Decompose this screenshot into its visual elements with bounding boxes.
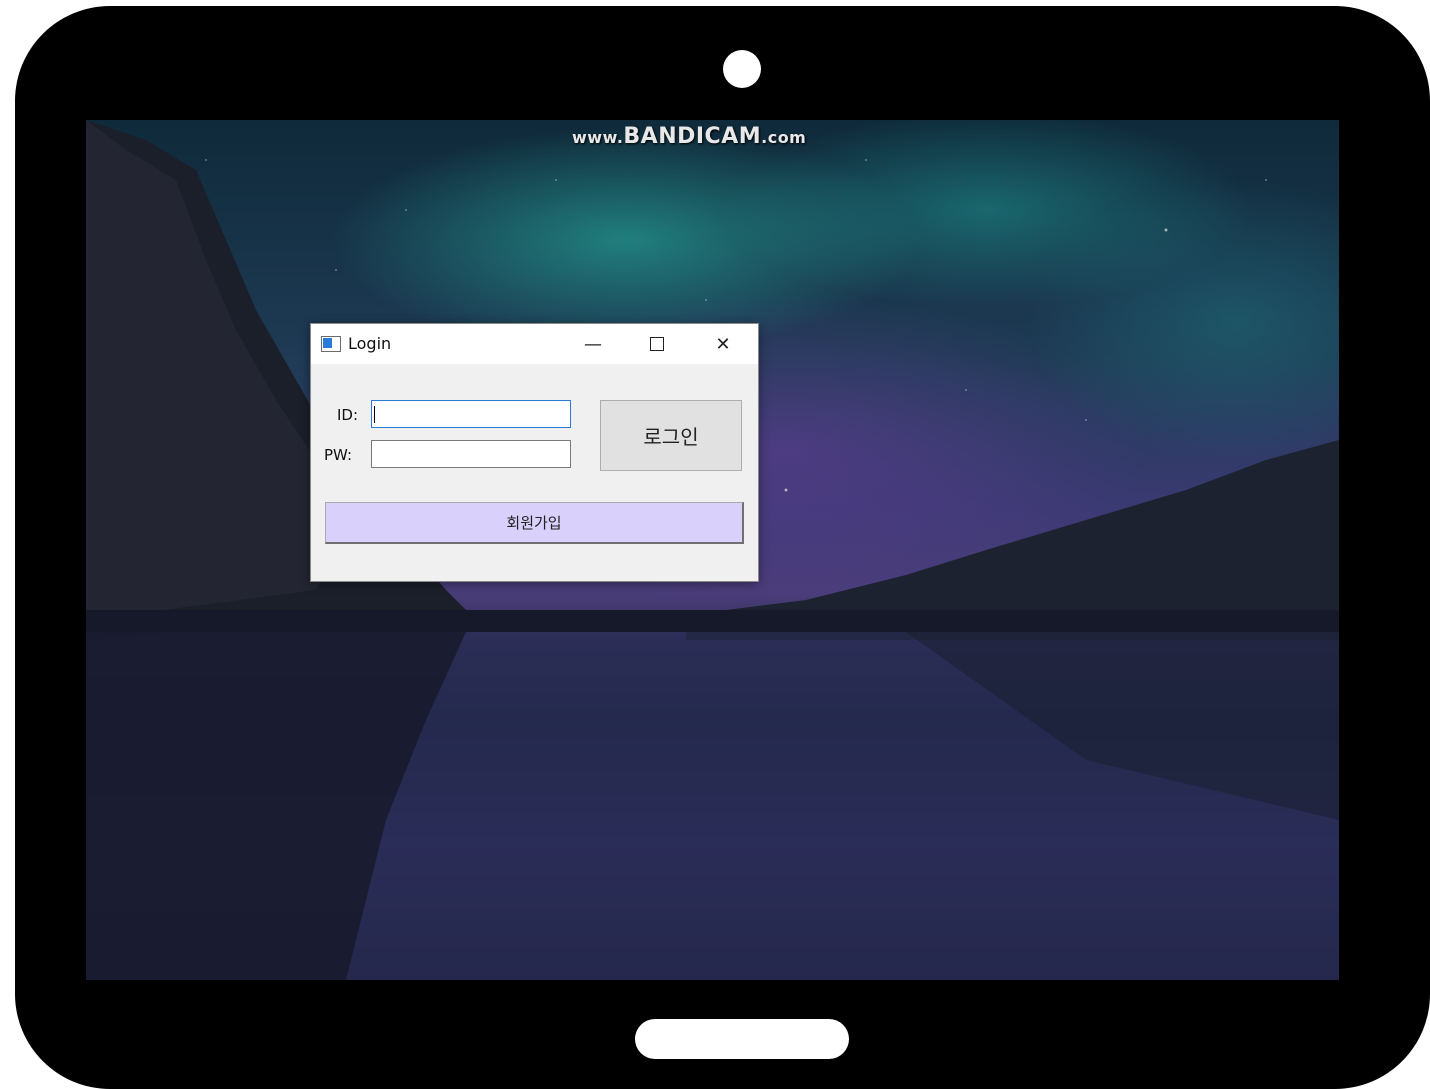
title-bar[interactable]: Login — ✕ (311, 324, 758, 364)
id-input[interactable] (371, 400, 571, 428)
pw-input[interactable] (371, 440, 571, 468)
close-button[interactable]: ✕ (693, 324, 753, 364)
maximize-icon (650, 337, 664, 351)
login-button[interactable]: 로그인 (600, 400, 742, 471)
text-caret (374, 406, 375, 423)
minimize-button[interactable]: — (563, 324, 623, 364)
home-button[interactable] (635, 1019, 849, 1059)
window-title: Login (348, 334, 392, 353)
bandicam-watermark: www.BANDICAM.com (572, 124, 807, 149)
login-window: Login — ✕ ID: PW: 로그인 회원가입 (310, 323, 759, 582)
id-label: ID: (337, 406, 359, 424)
camera-icon (723, 50, 761, 88)
maximize-button[interactable] (627, 324, 687, 364)
app-icon (321, 336, 341, 352)
minimize-icon: — (584, 333, 602, 355)
close-icon: ✕ (715, 333, 731, 355)
signup-button[interactable]: 회원가입 (325, 502, 744, 544)
pw-label: PW: (324, 446, 353, 464)
